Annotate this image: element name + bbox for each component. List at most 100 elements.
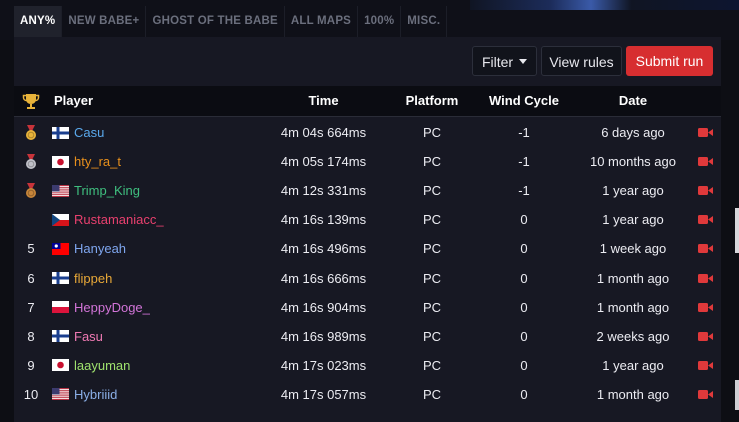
edge-highlight bbox=[735, 380, 739, 410]
wind-cycle-cell: 0 bbox=[520, 328, 528, 344]
player-name[interactable]: flippeh bbox=[74, 264, 112, 293]
finland-flag-icon bbox=[52, 126, 69, 139]
video-icon[interactable] bbox=[698, 389, 713, 400]
platform-cell: PC bbox=[422, 154, 442, 170]
player-cell[interactable]: HeppyDoge_ bbox=[52, 293, 150, 322]
rank-cell bbox=[14, 176, 48, 205]
tab-new-babe-plus[interactable]: NEW BABE+ bbox=[62, 6, 147, 37]
platform-cell: PC bbox=[422, 299, 442, 315]
date-cell: 1 month ago bbox=[596, 299, 670, 315]
category-tabs: ANY% NEW BABE+ GHOST OF THE BABE ALL MAP… bbox=[14, 6, 448, 37]
video-icon[interactable] bbox=[698, 156, 713, 167]
player-cell[interactable]: Trimp_King bbox=[52, 176, 140, 205]
video-icon[interactable] bbox=[698, 273, 713, 284]
gold-medal-icon bbox=[26, 124, 36, 140]
date-cell: 2 weeks ago bbox=[596, 328, 670, 344]
usa-flag-icon bbox=[52, 388, 69, 401]
table-row[interactable]: 10 Hybriiid 4m 17s 057ms PC 0 1 month ago bbox=[14, 380, 721, 409]
right-edge bbox=[721, 40, 739, 422]
rank-cell: 9 bbox=[27, 357, 35, 373]
table-row[interactable]: 9 laayuman 4m 17s 023ms PC 0 1 year ago bbox=[14, 351, 721, 380]
table-row[interactable]: Trimp_King 4m 12s 331ms PC -1 1 year ago bbox=[14, 176, 721, 205]
video-icon[interactable] bbox=[698, 302, 713, 313]
player-name[interactable]: HeppyDoge_ bbox=[74, 293, 150, 322]
column-wind-cycle[interactable]: Wind Cycle bbox=[484, 86, 564, 116]
table-row[interactable]: 5 Hanyeah 4m 16s 496ms PC 0 1 week ago bbox=[14, 234, 721, 263]
date-cell: 1 week ago bbox=[599, 241, 667, 257]
video-icon[interactable] bbox=[698, 331, 713, 342]
column-time[interactable]: Time bbox=[266, 86, 381, 116]
date-cell: 1 month ago bbox=[596, 386, 670, 402]
wind-cycle-cell: 0 bbox=[520, 357, 528, 373]
usa-flag-icon bbox=[52, 184, 69, 197]
player-name[interactable]: Hanyeah bbox=[74, 234, 126, 263]
player-name[interactable]: Rustamaniacc_ bbox=[74, 205, 164, 234]
date-cell: 1 year ago bbox=[602, 357, 664, 373]
submit-run-button[interactable]: Submit run bbox=[626, 46, 713, 76]
table-row[interactable]: 7 HeppyDoge_ 4m 16s 904ms PC 0 1 month ago bbox=[14, 293, 721, 322]
table-row[interactable]: 8 Fasu 4m 16s 989ms PC 0 2 weeks ago bbox=[14, 322, 721, 351]
column-date[interactable]: Date bbox=[577, 86, 689, 116]
tab-ghost-of-the-babe[interactable]: GHOST OF THE BABE bbox=[146, 6, 285, 37]
player-cell[interactable]: flippeh bbox=[52, 264, 112, 293]
poland-flag-icon bbox=[52, 301, 69, 314]
platform-cell: PC bbox=[422, 270, 442, 286]
wind-cycle-cell: 0 bbox=[520, 386, 528, 402]
player-cell[interactable]: Rustamaniacc_ bbox=[52, 205, 164, 234]
player-cell[interactable]: Casu bbox=[52, 118, 104, 147]
finland-flag-icon bbox=[52, 330, 69, 343]
date-cell: 1 month ago bbox=[596, 270, 670, 286]
wind-cycle-cell: 0 bbox=[520, 212, 528, 228]
view-rules-button[interactable]: View rules bbox=[541, 46, 622, 76]
platform-cell: PC bbox=[422, 357, 442, 373]
table-header: Player Time Platform Wind Cycle Date bbox=[14, 86, 721, 117]
table-row[interactable]: Rustamaniacc_ 4m 16s 139ms PC 0 1 year ago bbox=[14, 205, 721, 234]
rank-cell bbox=[14, 147, 48, 176]
finland-flag-icon bbox=[52, 272, 69, 284]
wind-cycle-cell: 0 bbox=[520, 270, 528, 286]
taiwan-flag-icon bbox=[52, 242, 69, 255]
time-cell: 4m 17s 057ms bbox=[280, 386, 367, 402]
video-icon[interactable] bbox=[698, 185, 713, 196]
column-platform[interactable]: Platform bbox=[399, 86, 465, 116]
player-name[interactable]: Trimp_King bbox=[74, 176, 140, 205]
filter-button[interactable]: Filter bbox=[472, 46, 537, 76]
tab-100-percent[interactable]: 100% bbox=[358, 6, 402, 37]
tab-any-percent[interactable]: ANY% bbox=[14, 6, 63, 37]
tab-misc[interactable]: MISC. bbox=[401, 6, 448, 37]
player-name[interactable]: Hybriiid bbox=[74, 380, 117, 409]
date-cell: 10 months ago bbox=[589, 154, 676, 170]
time-cell: 4m 04s 664ms bbox=[280, 125, 367, 140]
player-name[interactable]: Casu bbox=[74, 118, 104, 147]
video-icon[interactable] bbox=[698, 360, 713, 371]
time-cell: 4m 16s 666ms bbox=[280, 270, 367, 286]
platform-cell: PC bbox=[422, 125, 442, 140]
player-cell[interactable]: hty_ra_t bbox=[52, 147, 121, 176]
japan-flag-icon bbox=[52, 359, 69, 372]
player-name[interactable]: laayuman bbox=[74, 351, 130, 380]
table-row[interactable]: Casu 4m 04s 664ms PC -1 6 days ago bbox=[14, 118, 721, 147]
trophy-icon bbox=[22, 94, 40, 109]
player-name[interactable]: hty_ra_t bbox=[74, 147, 121, 176]
table-row[interactable]: 6 flippeh 4m 16s 666ms PC 0 1 month ago bbox=[14, 264, 721, 293]
player-cell[interactable]: Fasu bbox=[52, 322, 103, 351]
tab-all-maps[interactable]: ALL MAPS bbox=[285, 6, 359, 37]
date-cell: 1 year ago bbox=[602, 183, 664, 199]
video-icon[interactable] bbox=[698, 243, 713, 254]
rank-cell: 6 bbox=[27, 270, 35, 286]
czech-flag-icon bbox=[52, 213, 69, 226]
rank-cell: 7 bbox=[27, 299, 35, 315]
video-icon[interactable] bbox=[698, 127, 713, 138]
platform-cell: PC bbox=[422, 241, 442, 257]
player-cell[interactable]: Hanyeah bbox=[52, 234, 126, 263]
platform-cell: PC bbox=[422, 328, 442, 344]
date-cell: 6 days ago bbox=[601, 125, 665, 140]
player-cell[interactable]: Hybriiid bbox=[52, 380, 117, 409]
table-row[interactable]: hty_ra_t 4m 05s 174ms PC -1 10 months ago bbox=[14, 147, 721, 176]
video-icon[interactable] bbox=[698, 214, 713, 225]
player-name[interactable]: Fasu bbox=[74, 322, 103, 351]
player-cell[interactable]: laayuman bbox=[52, 351, 130, 380]
column-player[interactable]: Player bbox=[54, 86, 93, 116]
time-cell: 4m 16s 139ms bbox=[280, 212, 367, 228]
time-cell: 4m 17s 023ms bbox=[280, 357, 367, 373]
